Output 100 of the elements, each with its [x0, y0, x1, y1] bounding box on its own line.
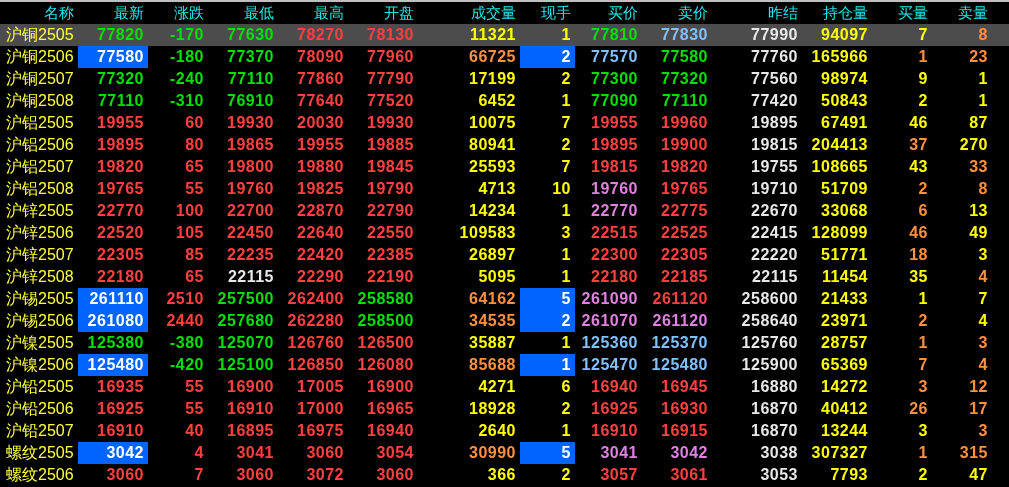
table-cell: 3: [978, 247, 988, 263]
table-cell: 22115: [751, 269, 798, 285]
table-cell: -240: [169, 71, 204, 87]
table-cell: 55: [185, 401, 204, 417]
table-cell: 3057: [600, 467, 638, 483]
table-cell: 13244: [821, 423, 868, 439]
table-cell: 261110: [89, 291, 144, 307]
table-cell: 22770: [591, 203, 638, 219]
column-header[interactable]: 开盘: [348, 2, 418, 25]
table-cell: 165966: [811, 49, 868, 65]
table-cell: 125760: [741, 335, 798, 351]
table-cell: 22640: [297, 225, 344, 241]
table-cell: 77320: [661, 71, 708, 87]
table-cell: 60: [185, 115, 204, 131]
column-header[interactable]: 最低: [208, 2, 278, 25]
table-cell: 258500: [357, 313, 414, 329]
table-cell: -420: [169, 357, 204, 373]
table-cell: 16975: [297, 423, 344, 439]
table-cell: 16895: [227, 423, 274, 439]
table-cell: 77640: [297, 93, 344, 109]
table-cell: 77580: [97, 49, 144, 65]
table-cell: 258640: [741, 313, 798, 329]
column-header[interactable]: 卖价: [642, 2, 712, 25]
table-cell: 28757: [821, 335, 868, 351]
table-cell: 4: [978, 313, 988, 329]
table-cell: 2: [561, 71, 571, 87]
table-cell: 77110: [661, 93, 708, 109]
table-row[interactable]: 沪铜2505 77820 -170 77630 78270 78130 11321 1 77810 77830 77990 94097 7 8: [0, 24, 1009, 46]
table-cell: 77300: [591, 71, 638, 87]
table-cell: 22180: [97, 269, 144, 285]
table-cell: 22790: [367, 203, 414, 219]
table-cell: 3061: [670, 467, 708, 483]
table-cell: 16930: [661, 401, 708, 417]
table-cell: 6: [561, 379, 571, 395]
column-header[interactable]: 买价: [575, 2, 642, 25]
table-cell: 43: [909, 159, 928, 175]
table-cell: 1: [561, 203, 571, 219]
table-cell: 1: [561, 247, 571, 263]
table-cell: 204413: [811, 137, 868, 153]
table-cell: 16900: [367, 379, 414, 395]
table-cell: 18: [909, 247, 928, 263]
column-header[interactable]: 现手: [520, 2, 575, 25]
table-cell: 2640: [478, 423, 516, 439]
table-cell: 22520: [97, 225, 144, 241]
table-cell: 22185: [661, 269, 708, 285]
table-cell: 2510: [166, 291, 204, 307]
table-cell: 22550: [367, 225, 414, 241]
column-header[interactable]: 最新: [78, 2, 148, 25]
table-cell: 3041: [236, 445, 274, 461]
column-header[interactable]: 涨跌: [148, 2, 208, 25]
table-cell: 3: [918, 379, 928, 395]
table-cell: 19710: [751, 181, 798, 197]
column-header[interactable]: 昨结: [712, 2, 802, 25]
contract-name: 沪铝2507: [6, 159, 74, 175]
table-cell: 19955: [297, 137, 344, 153]
table-cell: 2: [561, 49, 571, 65]
table-cell: 4: [194, 445, 204, 461]
table-cell: 20030: [297, 115, 344, 131]
table-cell: 1: [561, 269, 571, 285]
table-cell: 19765: [661, 181, 708, 197]
table-cell: 108665: [811, 159, 868, 175]
table-cell: 16870: [751, 401, 798, 417]
table-cell: 3: [561, 225, 571, 241]
table-cell: 1: [561, 93, 571, 109]
table-cell: 67491: [821, 115, 868, 131]
table-cell: 78130: [367, 27, 414, 43]
table-cell: 22385: [367, 247, 414, 263]
table-cell: 22115: [227, 269, 274, 285]
column-header[interactable]: 名称: [0, 2, 78, 25]
table-cell: 10: [552, 181, 571, 197]
table-cell: 21433: [821, 291, 868, 307]
table-cell: 8: [978, 181, 988, 197]
table-cell: 19955: [591, 115, 638, 131]
table-cell: 51709: [821, 181, 868, 197]
contract-name: 沪锌2505: [6, 203, 74, 219]
table-cell: 6452: [478, 93, 516, 109]
table-cell: 261120: [652, 291, 708, 307]
column-header[interactable]: 最高: [278, 2, 348, 25]
table-cell: 76910: [227, 93, 274, 109]
column-header[interactable]: 卖量: [932, 2, 992, 25]
table-cell: 22180: [591, 269, 638, 285]
table-cell: 77990: [751, 27, 798, 43]
table-cell: 22770: [97, 203, 144, 219]
table-cell: 25593: [469, 159, 516, 175]
table-cell: 1: [561, 27, 571, 43]
table-cell: 46: [909, 225, 928, 241]
table-cell: 77560: [751, 71, 798, 87]
contract-name: 沪锌2507: [6, 247, 74, 263]
column-header[interactable]: 持仓量: [802, 2, 872, 25]
table-cell: 35: [909, 269, 928, 285]
table-cell: 125380: [87, 335, 144, 351]
contract-name: 沪锌2508: [6, 269, 74, 285]
table-cell: 19895: [97, 137, 144, 153]
column-header[interactable]: 买量: [872, 2, 932, 25]
table-cell: 34535: [469, 313, 516, 329]
table-cell: 4: [978, 269, 988, 285]
table-cell: 11321: [469, 27, 516, 43]
table-cell: 7: [918, 27, 928, 43]
column-header[interactable]: 成交量: [418, 2, 520, 25]
table-cell: 3060: [236, 467, 274, 483]
